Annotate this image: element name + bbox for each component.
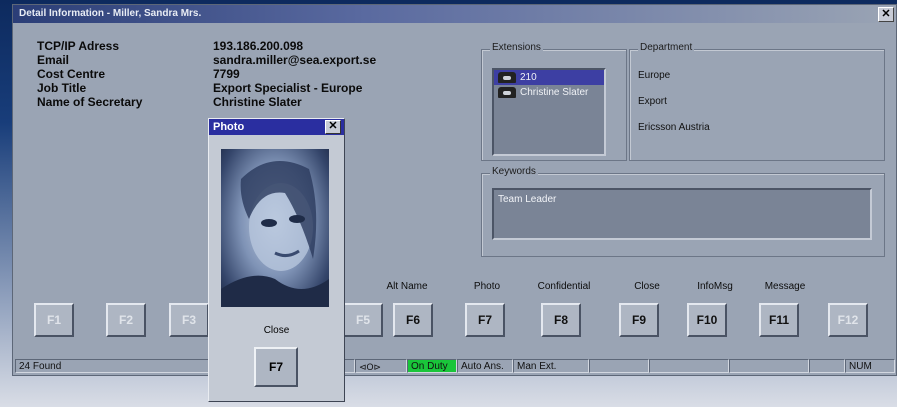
f8-button[interactable]: F8	[541, 303, 581, 337]
fkey-label-f11: Message	[764, 281, 806, 292]
photo-title-bar[interactable]: Photo ✕	[209, 119, 344, 135]
extensions-group: Extensions 210 Christine Slater	[481, 42, 627, 161]
f12-button[interactable]: F12	[828, 303, 868, 337]
info-row-email: Email sandra.miller@sea.export.se	[37, 53, 376, 67]
title-bar[interactable]: Detail Information - Miller, Sandra Mrs.…	[13, 5, 896, 23]
info-value: 193.186.200.098	[213, 39, 304, 53]
info-label: Email	[37, 53, 70, 67]
extension-item-secretary[interactable]: Christine Slater	[494, 85, 604, 100]
f3-button[interactable]: F3	[169, 303, 209, 337]
auto-answer-status: Auto Ans.	[457, 359, 513, 373]
fkey-label-f8: Confidential	[537, 281, 591, 292]
fkey-label-f10: InfoMsg	[697, 281, 733, 292]
fkey-label-f6: Alt Name	[386, 281, 428, 292]
info-row-ip: TCP/IP Adress 193.186.200.098	[37, 39, 376, 53]
on-duty-badge: On Duty	[407, 359, 457, 373]
status-cell-empty	[589, 359, 649, 373]
f11-button[interactable]: F11	[759, 303, 799, 337]
info-row-secretary: Name of Secretary Christine Slater	[37, 95, 376, 109]
duty-icon: ⊲Ο⊳	[355, 359, 407, 373]
info-label: TCP/IP Adress	[37, 39, 120, 53]
status-cell-empty	[729, 359, 809, 373]
photo-dialog-title: Photo	[213, 121, 245, 133]
department-title: Department	[638, 42, 695, 53]
info-label: Cost Centre	[37, 67, 106, 81]
keywords-group: Keywords Team Leader	[481, 166, 885, 257]
fkey-label-f9: Close	[634, 281, 660, 292]
f7-button[interactable]: F7	[465, 303, 505, 337]
phone-icon	[498, 72, 516, 83]
info-label: Name of Secretary	[37, 95, 143, 109]
extension-label: 210	[520, 72, 537, 83]
portrait-image	[221, 161, 329, 307]
info-table: TCP/IP Adress 193.186.200.098 Email sand…	[37, 39, 376, 109]
f2-button[interactable]: F2	[106, 303, 146, 337]
f9-button[interactable]: F9	[619, 303, 659, 337]
fkey-label-f7: Photo	[473, 281, 501, 292]
window-close-icon[interactable]: ✕	[878, 7, 894, 22]
f1-button[interactable]: F1	[34, 303, 74, 337]
extension-item-210[interactable]: 210	[494, 70, 604, 85]
info-label: Job Title	[37, 81, 87, 95]
info-value: Christine Slater	[213, 95, 302, 109]
photo-close-f7-button[interactable]: F7	[254, 347, 298, 387]
info-row-cost-centre: Cost Centre 7799	[37, 67, 376, 81]
info-value: sandra.miller@sea.export.se	[213, 53, 377, 67]
info-value: 7799	[213, 67, 240, 81]
portrait-photo	[221, 149, 329, 307]
extension-label: Christine Slater	[520, 87, 589, 98]
f6-button[interactable]: F6	[393, 303, 433, 337]
status-cell-empty	[809, 359, 845, 373]
status-bar: 24 Found ⊲Ο⊳ On Duty Auto Ans. Man Ext. …	[13, 359, 896, 375]
f5-button[interactable]: F5	[343, 303, 383, 337]
status-cell-empty	[649, 359, 729, 373]
photo-close-label: Close	[263, 325, 290, 336]
keywords-field[interactable]: Team Leader	[492, 188, 872, 240]
phone-icon	[498, 87, 516, 98]
department-line: Export	[638, 96, 667, 107]
department-group: Department Europe Export Ericsson Austri…	[629, 42, 885, 161]
photo-close-icon[interactable]: ✕	[325, 120, 341, 134]
department-line: Europe	[638, 70, 671, 81]
department-line: Ericsson Austria	[638, 122, 710, 133]
photo-dialog: Photo ✕ Close F7	[208, 118, 345, 402]
info-value: Export Specialist - Europe	[213, 81, 363, 95]
extensions-list[interactable]: 210 Christine Slater	[492, 68, 606, 156]
extensions-title: Extensions	[490, 42, 543, 53]
detail-window: Detail Information - Miller, Sandra Mrs.…	[12, 4, 897, 376]
keywords-title: Keywords	[490, 166, 538, 177]
num-lock-indicator: NUM	[845, 359, 895, 373]
info-row-job-title: Job Title Export Specialist - Europe	[37, 81, 376, 95]
manual-extension-status: Man Ext.	[513, 359, 589, 373]
window-title: Detail Information - Miller, Sandra Mrs.	[19, 8, 202, 19]
f10-button[interactable]: F10	[687, 303, 727, 337]
